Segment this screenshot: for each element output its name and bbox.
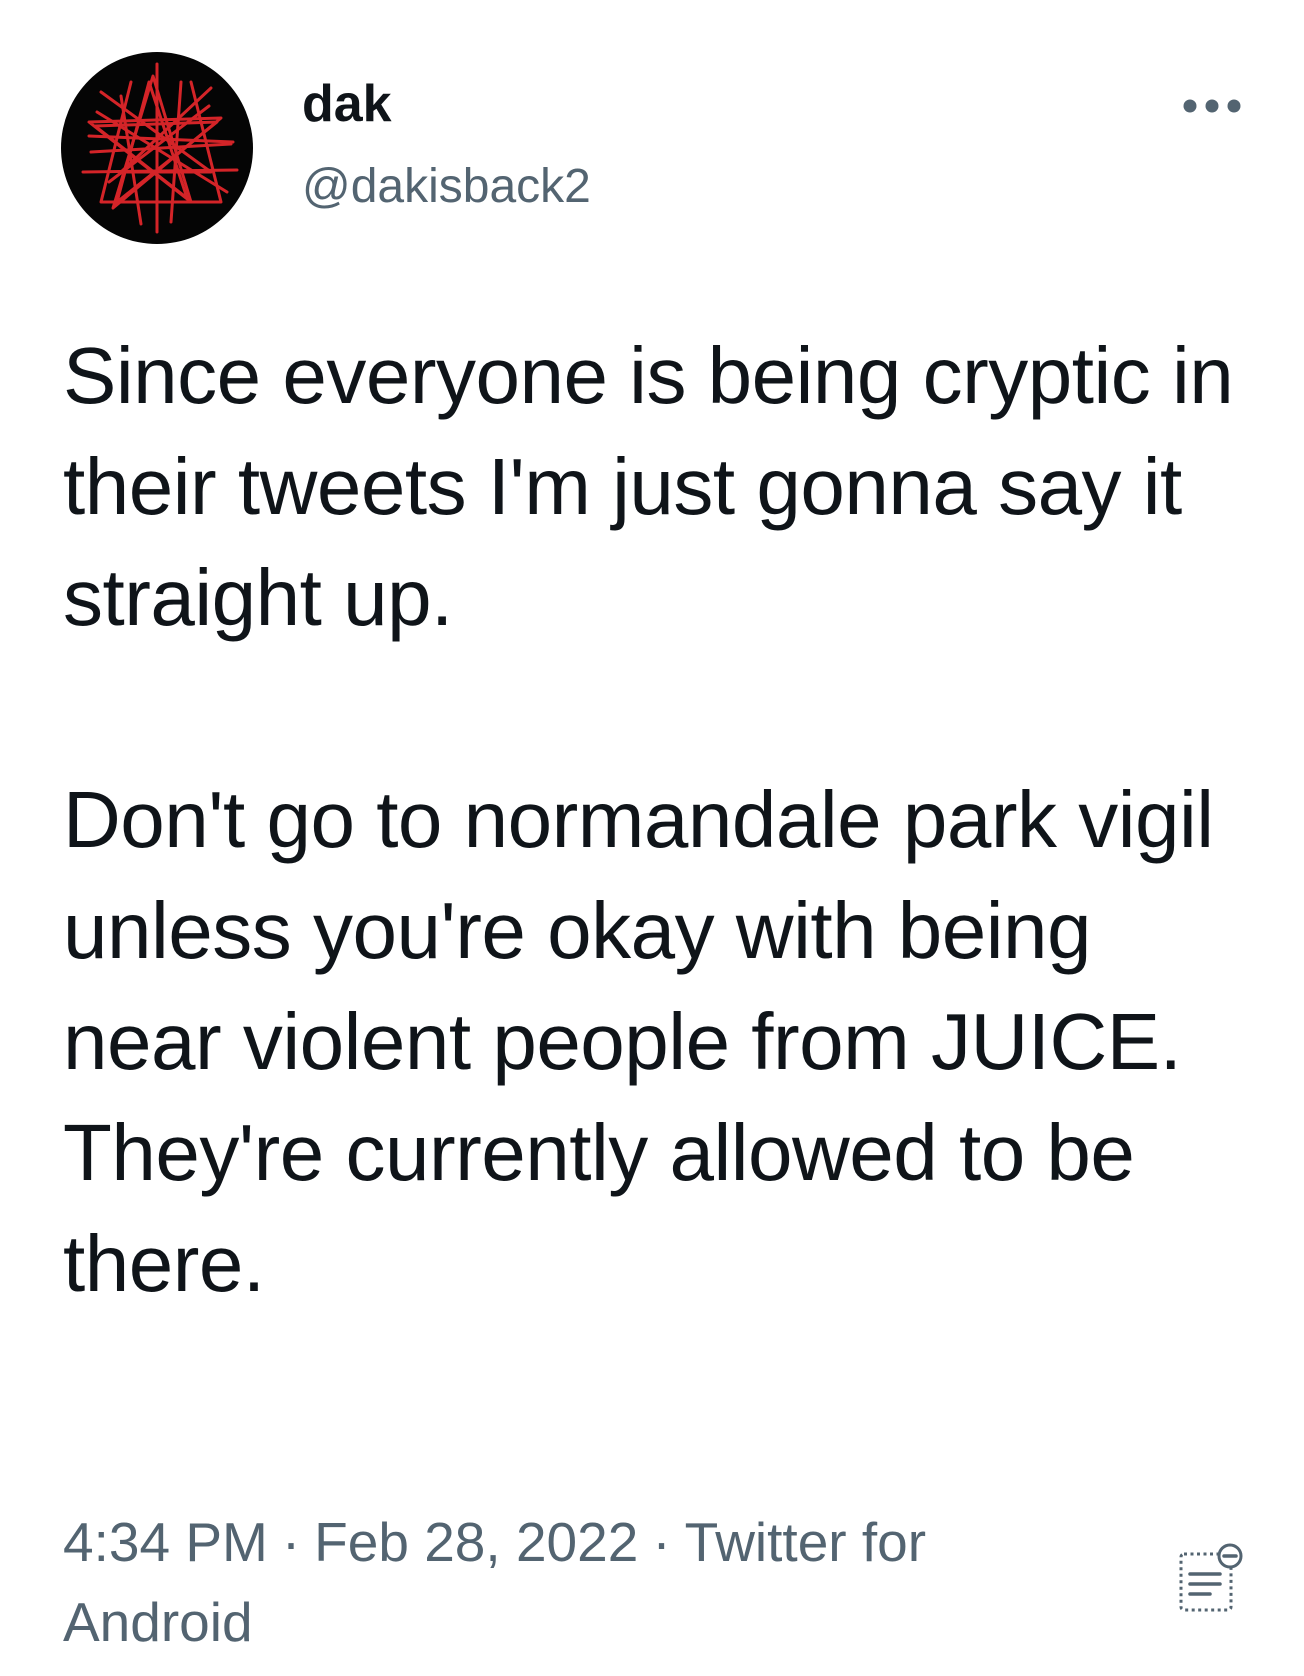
display-name[interactable]: dak <box>302 74 392 134</box>
tweet-time[interactable]: 4:34 PM <box>63 1511 268 1573</box>
avatar[interactable] <box>61 52 253 244</box>
red-scribbled-star-avatar <box>81 62 239 234</box>
more-horizontal-icon <box>1183 99 1241 113</box>
more-options-button[interactable] <box>1176 88 1248 124</box>
separator: · <box>652 1511 671 1573</box>
tweet-text: Since everyone is being cryptic in their… <box>63 320 1263 1319</box>
tweet-paragraph: Since everyone is being cryptic in their… <box>63 331 1234 642</box>
separator: · <box>281 1511 301 1573</box>
tweet-date[interactable]: Feb 28, 2022 <box>314 1511 638 1573</box>
tweet-metadata: 4:34 PM · Feb 28, 2022 · Twitter for Android <box>63 1502 1123 1662</box>
community-notes-icon <box>1179 1543 1243 1612</box>
tweet-paragraph: Don't go to normandale park vigil unless… <box>63 775 1214 1308</box>
handle[interactable]: @dakisback2 <box>302 158 591 216</box>
community-notes-button[interactable] <box>1176 1540 1248 1616</box>
